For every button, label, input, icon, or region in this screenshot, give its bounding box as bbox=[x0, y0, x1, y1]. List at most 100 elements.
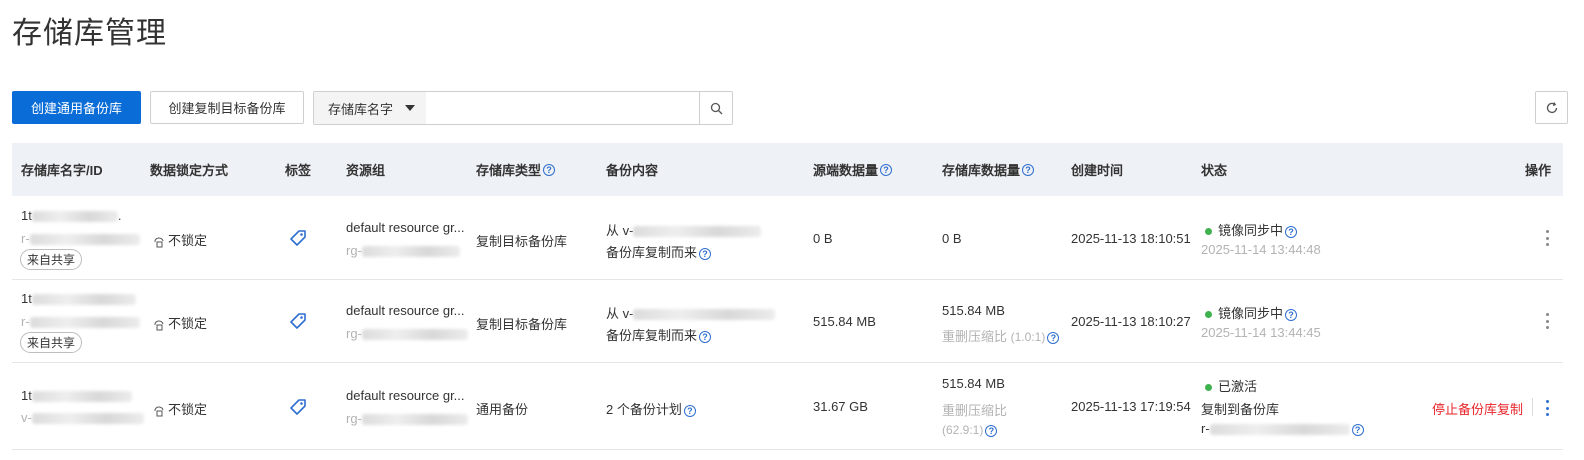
replicate-to-label: 复制到备份库 bbox=[1201, 402, 1280, 417]
search-group: 存储库名字 bbox=[313, 91, 733, 125]
tag-icon bbox=[290, 399, 306, 415]
status-dot bbox=[1205, 384, 1212, 392]
search-field-select[interactable]: 存储库名字 bbox=[314, 92, 426, 124]
replicate-target-id[interactable]: r-? bbox=[1201, 421, 1364, 436]
vault-id: r- bbox=[21, 231, 140, 246]
tag-icon bbox=[290, 313, 306, 329]
source-size: 0 B bbox=[813, 231, 833, 246]
create-replica-vault-button[interactable]: 创建复制目标备份库 bbox=[150, 91, 304, 124]
search-button[interactable] bbox=[699, 92, 732, 124]
vault-name[interactable]: 1t. bbox=[21, 208, 121, 223]
dedup-ratio: 重删压缩比 (1.0:1)? bbox=[942, 326, 1060, 345]
content-desc: 备份库复制而来? bbox=[606, 242, 712, 261]
shared-badge: 来自共享 bbox=[20, 332, 83, 353]
header-lock: 数据锁定方式 bbox=[150, 163, 229, 178]
vault-type: 复制目标备份库 bbox=[476, 317, 568, 332]
lock-open-icon bbox=[154, 320, 164, 331]
content-desc: 备份库复制而来? bbox=[606, 325, 712, 344]
lock-open-icon bbox=[154, 406, 164, 417]
header-tag: 标签 bbox=[285, 163, 312, 178]
vault-size: 515.84 MB bbox=[942, 303, 1005, 318]
lock-mode: 不锁定 bbox=[152, 313, 207, 332]
resource-group-id: rg- bbox=[346, 243, 460, 258]
tag-button[interactable] bbox=[289, 229, 307, 250]
search-icon bbox=[710, 102, 722, 114]
resource-group-name: default resource gr... bbox=[346, 303, 465, 318]
help-icon[interactable]: ? bbox=[683, 404, 696, 417]
lock-mode: 不锁定 bbox=[152, 399, 207, 418]
help-icon[interactable]: ? bbox=[1285, 308, 1298, 321]
vault-type: 复制目标备份库 bbox=[476, 234, 568, 249]
refresh-icon bbox=[1546, 101, 1557, 113]
search-field-label: 存储库名字 bbox=[328, 101, 394, 117]
status-dot bbox=[1205, 311, 1212, 319]
tag-button[interactable] bbox=[289, 398, 307, 419]
help-icon[interactable]: ? bbox=[699, 247, 712, 260]
status: 已激活 bbox=[1205, 376, 1257, 395]
resource-group-id: rg- bbox=[346, 411, 468, 426]
header-resource-group: 资源组 bbox=[346, 163, 386, 178]
vault-name[interactable]: 1t bbox=[21, 291, 136, 306]
help-icon[interactable]: ? bbox=[699, 330, 712, 343]
status-time: 2025-11-14 13:44:45 bbox=[1201, 325, 1321, 340]
created-time: 2025-11-13 18:10:27 bbox=[1071, 314, 1191, 329]
help-icon[interactable]: ? bbox=[1285, 225, 1298, 238]
header-status: 状态 bbox=[1201, 163, 1228, 178]
more-vertical-icon[interactable] bbox=[1545, 313, 1549, 329]
header-vault-type: 存储库类型? bbox=[476, 143, 556, 196]
status: 镜像同步中? bbox=[1205, 303, 1298, 322]
backup-plans: 2 个备份计划? bbox=[606, 399, 696, 418]
resource-group-id: rg- bbox=[346, 326, 468, 341]
tag-icon bbox=[290, 230, 306, 246]
action-divider bbox=[1532, 398, 1533, 416]
stop-replication-link[interactable]: 停止备份库复制 bbox=[1432, 399, 1523, 418]
help-icon[interactable]: ? bbox=[543, 163, 556, 176]
vault-type: 通用备份 bbox=[476, 402, 529, 417]
table-header: 存储库名字/ID 数据锁定方式 标签 资源组 存储库类型? 备份内容 源端数据量… bbox=[12, 143, 1563, 196]
created-time: 2025-11-13 18:10:51 bbox=[1071, 231, 1191, 246]
help-icon[interactable]: ? bbox=[1047, 331, 1060, 344]
vault-size: 0 B bbox=[942, 231, 962, 246]
vault-id: v- bbox=[21, 410, 144, 425]
vault-size: 515.84 MB bbox=[942, 376, 1005, 391]
lock-mode: 不锁定 bbox=[152, 230, 207, 249]
dedup-ratio: (62.9:1)? bbox=[942, 422, 998, 437]
more-vertical-icon[interactable] bbox=[1545, 230, 1549, 246]
content-source: 从 v- bbox=[606, 303, 776, 322]
more-vertical-icon[interactable] bbox=[1545, 400, 1549, 416]
dedup-label: 重删压缩比 bbox=[942, 403, 1008, 418]
help-icon[interactable]: ? bbox=[880, 163, 893, 176]
vault-name[interactable]: 1t bbox=[21, 388, 132, 403]
search-input[interactable] bbox=[426, 92, 699, 124]
created-time: 2025-11-13 17:19:54 bbox=[1071, 399, 1191, 414]
create-general-vault-button[interactable]: 创建通用备份库 bbox=[12, 91, 141, 124]
resource-group-name: default resource gr... bbox=[346, 388, 465, 403]
refresh-button[interactable] bbox=[1535, 91, 1568, 124]
toolbar: 创建通用备份库 创建复制目标备份库 存储库名字 bbox=[12, 91, 1568, 125]
header-created: 创建时间 bbox=[1071, 163, 1124, 178]
source-size: 515.84 MB bbox=[813, 314, 876, 329]
table-row: 1t v- 不锁定 default resource gr... rg- 通用备… bbox=[12, 363, 1563, 450]
caret-down-icon bbox=[405, 105, 416, 111]
lock-open-icon bbox=[154, 237, 164, 248]
header-actions: 操作 bbox=[1524, 163, 1551, 178]
resource-group-name: default resource gr... bbox=[346, 220, 465, 235]
status-time: 2025-11-14 13:44:48 bbox=[1201, 242, 1321, 257]
table-row: 1t r- 来自共享 不锁定 default resource gr... rg… bbox=[12, 280, 1563, 363]
header-content: 备份内容 bbox=[606, 163, 659, 178]
status-dot bbox=[1205, 228, 1212, 236]
status: 镜像同步中? bbox=[1205, 220, 1298, 239]
page-title: 存储库管理 bbox=[12, 17, 167, 50]
help-icon[interactable]: ? bbox=[1351, 423, 1364, 436]
help-icon[interactable]: ? bbox=[1022, 163, 1035, 176]
table-row: 1t. r- 来自共享 不锁定 default resource gr... r… bbox=[12, 196, 1563, 280]
shared-badge: 来自共享 bbox=[20, 249, 83, 270]
header-source-size: 源端数据量? bbox=[813, 143, 893, 196]
header-vault-size: 存储库数据量? bbox=[942, 143, 1035, 196]
source-size: 31.67 GB bbox=[813, 399, 868, 414]
vault-table: 存储库名字/ID 数据锁定方式 标签 资源组 存储库类型? 备份内容 源端数据量… bbox=[12, 143, 1563, 450]
tag-button[interactable] bbox=[289, 312, 307, 333]
content-source: 从 v- bbox=[606, 220, 762, 239]
help-icon[interactable]: ? bbox=[985, 424, 998, 437]
header-name: 存储库名字/ID bbox=[21, 163, 103, 178]
